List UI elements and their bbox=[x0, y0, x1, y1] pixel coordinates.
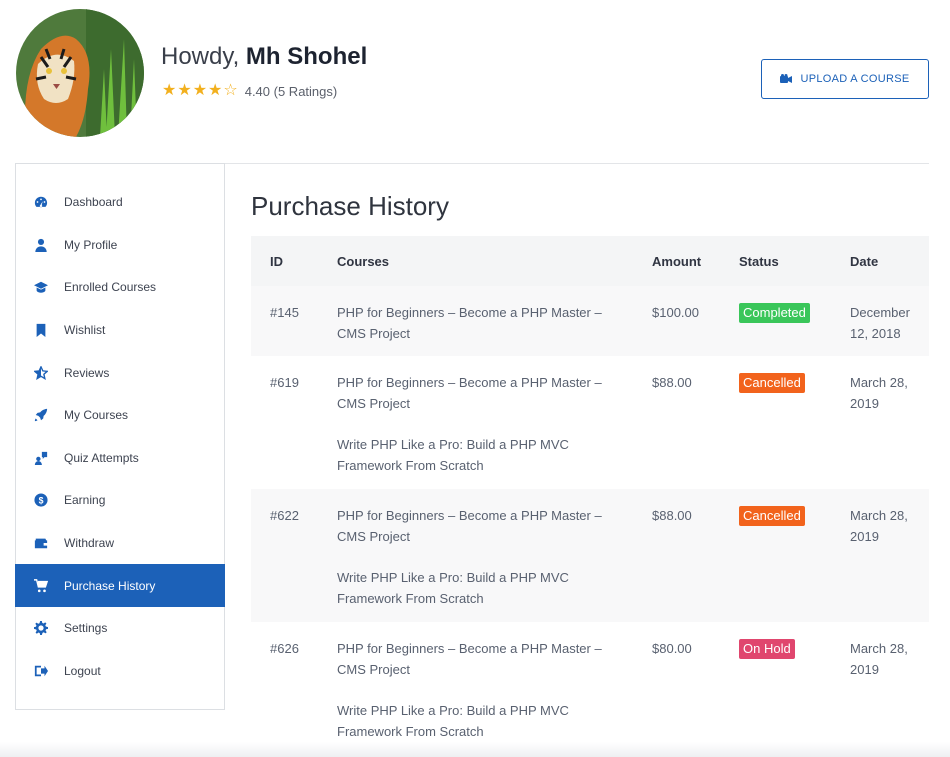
greeting: Howdy, Mh Shohel bbox=[161, 43, 367, 71]
order-date: March 28, 2019 bbox=[850, 641, 908, 677]
svg-text:$: $ bbox=[39, 496, 44, 506]
course-list: PHP for Beginners – Become a PHP Master … bbox=[337, 489, 652, 622]
rating: ★ ★ ★ ★ ☆ 4.40 (5 Ratings) bbox=[162, 83, 337, 99]
table-row: #622 PHP for Beginners – Become a PHP Ma… bbox=[251, 489, 929, 622]
order-amount: $80.00 bbox=[652, 641, 692, 656]
sidebar-item-label: Logout bbox=[64, 663, 101, 678]
user-name: Mh Shohel bbox=[245, 43, 368, 70]
status-badge: On Hold bbox=[739, 639, 795, 659]
sidebar-item-withdraw[interactable]: Withdraw bbox=[16, 522, 224, 565]
bottom-shadow bbox=[0, 742, 950, 757]
course-title[interactable]: Write PHP Like a Pro: Build a PHP MVC Fr… bbox=[337, 700, 632, 742]
status-cell: Completed bbox=[739, 286, 850, 356]
sidebar-item-label: Purchase History bbox=[64, 578, 156, 593]
rocket-icon bbox=[33, 407, 49, 423]
rating-text: 4.40 (5 Ratings) bbox=[244, 83, 338, 99]
sidebar-item-quiz-attempts[interactable]: Quiz Attempts bbox=[16, 437, 224, 480]
page-title: Purchase History bbox=[251, 191, 449, 221]
star-full-icon: ★ bbox=[162, 82, 177, 99]
sidebar-item-label: Dashboard bbox=[64, 195, 123, 210]
sidebar-item-purchase-history[interactable]: Purchase History bbox=[15, 564, 225, 607]
upload-course-label: UPLOAD A COURSE bbox=[800, 73, 910, 85]
column-header-date: Date bbox=[850, 253, 879, 269]
order-amount: $88.00 bbox=[652, 508, 692, 523]
user-icon bbox=[33, 237, 49, 253]
star-icon bbox=[33, 365, 49, 381]
column-header-amount: Amount bbox=[652, 253, 702, 269]
status-cell: Cancelled bbox=[739, 356, 850, 489]
sidebar-item-label: Settings bbox=[64, 621, 108, 636]
dollar-icon: $ bbox=[33, 492, 49, 508]
logout-icon bbox=[33, 663, 49, 679]
course-list: PHP for Beginners – Become a PHP Master … bbox=[337, 356, 652, 489]
star-empty-icon: ☆ bbox=[223, 82, 238, 99]
purchase-history-table: ID Courses Amount Status Date #145 PHP f… bbox=[251, 236, 929, 757]
course-title[interactable]: PHP for Beginners – Become a PHP Master … bbox=[337, 302, 632, 344]
course-title[interactable]: Write PHP Like a Pro: Build a PHP MVC Fr… bbox=[337, 567, 632, 609]
star-full-icon: ★ bbox=[177, 82, 192, 99]
column-header-id: ID bbox=[270, 253, 283, 269]
cart-icon bbox=[33, 578, 49, 594]
status-badge: Completed bbox=[739, 303, 810, 323]
sidebar-item-enrolled-courses[interactable]: Enrolled Courses bbox=[16, 266, 224, 309]
sidebar-item-reviews[interactable]: Reviews bbox=[16, 351, 224, 394]
course-title[interactable]: Write PHP Like a Pro: Build a PHP MVC Fr… bbox=[337, 434, 632, 476]
column-header-status: Status bbox=[739, 253, 779, 269]
order-date: March 28, 2019 bbox=[850, 508, 908, 544]
sidebar-item-earning[interactable]: $ Earning bbox=[16, 479, 224, 522]
rating-stars: ★ ★ ★ ★ ☆ bbox=[162, 83, 239, 99]
wallet-icon bbox=[33, 535, 49, 551]
order-date: December 12, 2018 bbox=[850, 305, 910, 341]
star-full-icon: ★ bbox=[208, 82, 223, 99]
table-row: #619 PHP for Beginners – Become a PHP Ma… bbox=[251, 356, 929, 489]
sidebar-item-label: Withdraw bbox=[64, 536, 115, 551]
sidebar-item-my-profile[interactable]: My Profile bbox=[16, 224, 224, 267]
greeting-text: Howdy, bbox=[161, 43, 240, 70]
sidebar-item-label: Earning bbox=[64, 493, 106, 508]
column-header-courses: Courses bbox=[337, 253, 390, 269]
sidebar-item-label: Wishlist bbox=[64, 323, 106, 338]
dashboard-icon bbox=[33, 194, 49, 210]
status-badge: Cancelled bbox=[739, 506, 805, 526]
sidebar-item-logout[interactable]: Logout bbox=[16, 650, 224, 693]
video-camera-icon bbox=[780, 74, 793, 83]
table-row: #145 PHP for Beginners – Become a PHP Ma… bbox=[251, 286, 929, 356]
order-id: #626 bbox=[270, 641, 299, 656]
graduation-cap-icon bbox=[33, 279, 49, 295]
order-id: #145 bbox=[270, 305, 299, 320]
status-badge: Cancelled bbox=[739, 373, 805, 393]
course-title[interactable]: PHP for Beginners – Become a PHP Master … bbox=[337, 638, 632, 680]
course-title[interactable]: PHP for Beginners – Become a PHP Master … bbox=[337, 372, 632, 414]
sidebar-item-label: Reviews bbox=[64, 365, 110, 380]
upload-course-button[interactable]: UPLOAD A COURSE bbox=[761, 59, 929, 99]
quiz-icon bbox=[33, 450, 49, 466]
course-list: PHP for Beginners – Become a PHP Master … bbox=[337, 622, 652, 757]
order-date: March 28, 2019 bbox=[850, 375, 908, 411]
order-id: #619 bbox=[270, 375, 299, 390]
sidebar-item-my-courses[interactable]: My Courses bbox=[16, 394, 224, 437]
header-divider bbox=[224, 163, 929, 164]
sidebar-item-label: Quiz Attempts bbox=[64, 450, 139, 465]
bookmark-icon bbox=[33, 322, 49, 338]
status-cell: Cancelled bbox=[739, 489, 850, 622]
status-cell: On Hold bbox=[739, 622, 850, 757]
course-title[interactable]: PHP for Beginners – Become a PHP Master … bbox=[337, 505, 632, 547]
sidebar: Dashboard My Profile Enrolled Courses Wi… bbox=[15, 163, 225, 710]
order-amount: $88.00 bbox=[652, 375, 692, 390]
sidebar-item-label: My Profile bbox=[64, 237, 118, 252]
sidebar-item-settings[interactable]: Settings bbox=[16, 607, 224, 650]
course-list: PHP for Beginners – Become a PHP Master … bbox=[337, 286, 652, 356]
avatar bbox=[16, 9, 144, 137]
star-full-icon: ★ bbox=[192, 82, 208, 99]
sidebar-item-wishlist[interactable]: Wishlist bbox=[16, 309, 224, 352]
gear-icon bbox=[33, 620, 49, 636]
sidebar-item-label: Enrolled Courses bbox=[64, 280, 157, 295]
sidebar-item-dashboard[interactable]: Dashboard bbox=[16, 181, 224, 224]
order-id: #622 bbox=[270, 508, 299, 523]
table-header: ID Courses Amount Status Date bbox=[251, 236, 929, 286]
sidebar-item-label: My Courses bbox=[64, 408, 129, 423]
table-row: #626 PHP for Beginners – Become a PHP Ma… bbox=[251, 622, 929, 757]
order-amount: $100.00 bbox=[652, 305, 699, 320]
